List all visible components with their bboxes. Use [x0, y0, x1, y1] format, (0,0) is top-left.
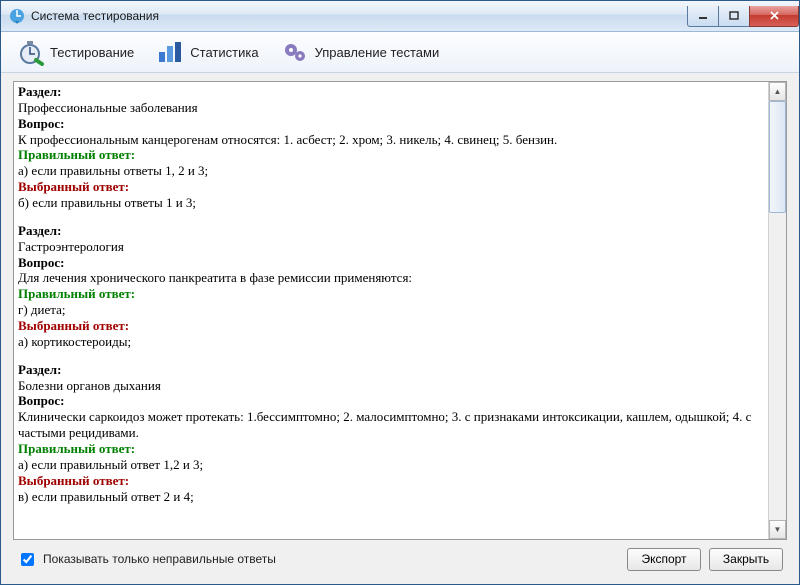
wrong-only-label: Показывать только неправильные ответы — [43, 552, 276, 566]
vertical-scrollbar[interactable]: ▲ ▼ — [768, 82, 786, 539]
chosen-value: б) если правильны ответы 1 и 3; — [18, 195, 764, 211]
result-entry: Раздел:Профессиональные заболеванияВопро… — [18, 84, 764, 211]
scroll-down-button[interactable]: ▼ — [769, 520, 786, 539]
chosen-value: а) кортикостероиды; — [18, 334, 764, 350]
window-title: Система тестирования — [31, 9, 159, 23]
gears-icon — [281, 38, 309, 66]
export-button[interactable]: Экспорт — [627, 548, 701, 571]
section-value: Болезни органов дыхания — [18, 378, 764, 394]
question-value: Клинически саркоидоз может протекать: 1.… — [18, 409, 764, 441]
stats-label: Статистика — [190, 45, 258, 60]
correct-label: Правильный ответ: — [18, 441, 764, 457]
close-results-button[interactable]: Закрыть — [709, 548, 783, 571]
minimize-icon — [698, 11, 708, 21]
correct-label: Правильный ответ: — [18, 286, 764, 302]
stats-button[interactable]: Статистика — [147, 35, 267, 69]
section-label: Раздел: — [18, 223, 764, 239]
window-controls — [687, 6, 799, 26]
maximize-icon — [729, 11, 739, 21]
testing-label: Тестирование — [50, 45, 134, 60]
question-value: Для лечения хронического панкреатита в ф… — [18, 270, 764, 286]
question-label: Вопрос: — [18, 255, 764, 271]
testing-button[interactable]: Тестирование — [7, 35, 143, 69]
client-area: Раздел:Профессиональные заболеванияВопро… — [1, 73, 799, 584]
chart-icon — [156, 38, 184, 66]
scroll-track[interactable] — [769, 101, 786, 520]
results-content: Раздел:Профессиональные заболеванияВопро… — [14, 82, 768, 539]
minimize-button[interactable] — [687, 6, 718, 27]
app-window: Система тестирования Тестирование — [0, 0, 800, 585]
correct-label: Правильный ответ: — [18, 147, 764, 163]
results-panel: Раздел:Профессиональные заболеванияВопро… — [13, 81, 787, 540]
wrong-only-checkbox[interactable]: Показывать только неправильные ответы — [17, 550, 276, 569]
result-entry: Раздел:Болезни органов дыханияВопрос:Кли… — [18, 362, 764, 505]
close-icon — [769, 11, 780, 21]
question-label: Вопрос: — [18, 116, 764, 132]
manage-label: Управление тестами — [315, 45, 440, 60]
question-label: Вопрос: — [18, 393, 764, 409]
scroll-up-button[interactable]: ▲ — [769, 82, 786, 101]
stopwatch-icon — [16, 38, 44, 66]
correct-value: а) если правильный ответ 1,2 и 3; — [18, 457, 764, 473]
section-label: Раздел: — [18, 362, 764, 378]
question-value: К профессиональным канцерогенам относятс… — [18, 132, 764, 148]
section-value: Гастроэнтерология — [18, 239, 764, 255]
manage-button[interactable]: Управление тестами — [272, 35, 449, 69]
close-button[interactable] — [749, 6, 799, 27]
maximize-button[interactable] — [718, 6, 749, 27]
footer: Показывать только неправильные ответы Эк… — [13, 540, 787, 578]
correct-value: а) если правильны ответы 1, 2 и 3; — [18, 163, 764, 179]
correct-value: г) диета; — [18, 302, 764, 318]
titlebar[interactable]: Система тестирования — [1, 1, 799, 32]
chosen-label: Выбранный ответ: — [18, 179, 764, 195]
section-value: Профессиональные заболевания — [18, 100, 764, 116]
toolbar: Тестирование Статистика Управление теста… — [1, 32, 799, 73]
app-icon — [9, 8, 25, 24]
section-label: Раздел: — [18, 84, 764, 100]
chosen-label: Выбранный ответ: — [18, 473, 764, 489]
result-entry: Раздел:ГастроэнтерологияВопрос:Для лечен… — [18, 223, 764, 350]
scroll-thumb[interactable] — [769, 101, 786, 213]
chosen-label: Выбранный ответ: — [18, 318, 764, 334]
wrong-only-input[interactable] — [21, 553, 34, 566]
chosen-value: в) если правильный ответ 2 и 4; — [18, 489, 764, 505]
